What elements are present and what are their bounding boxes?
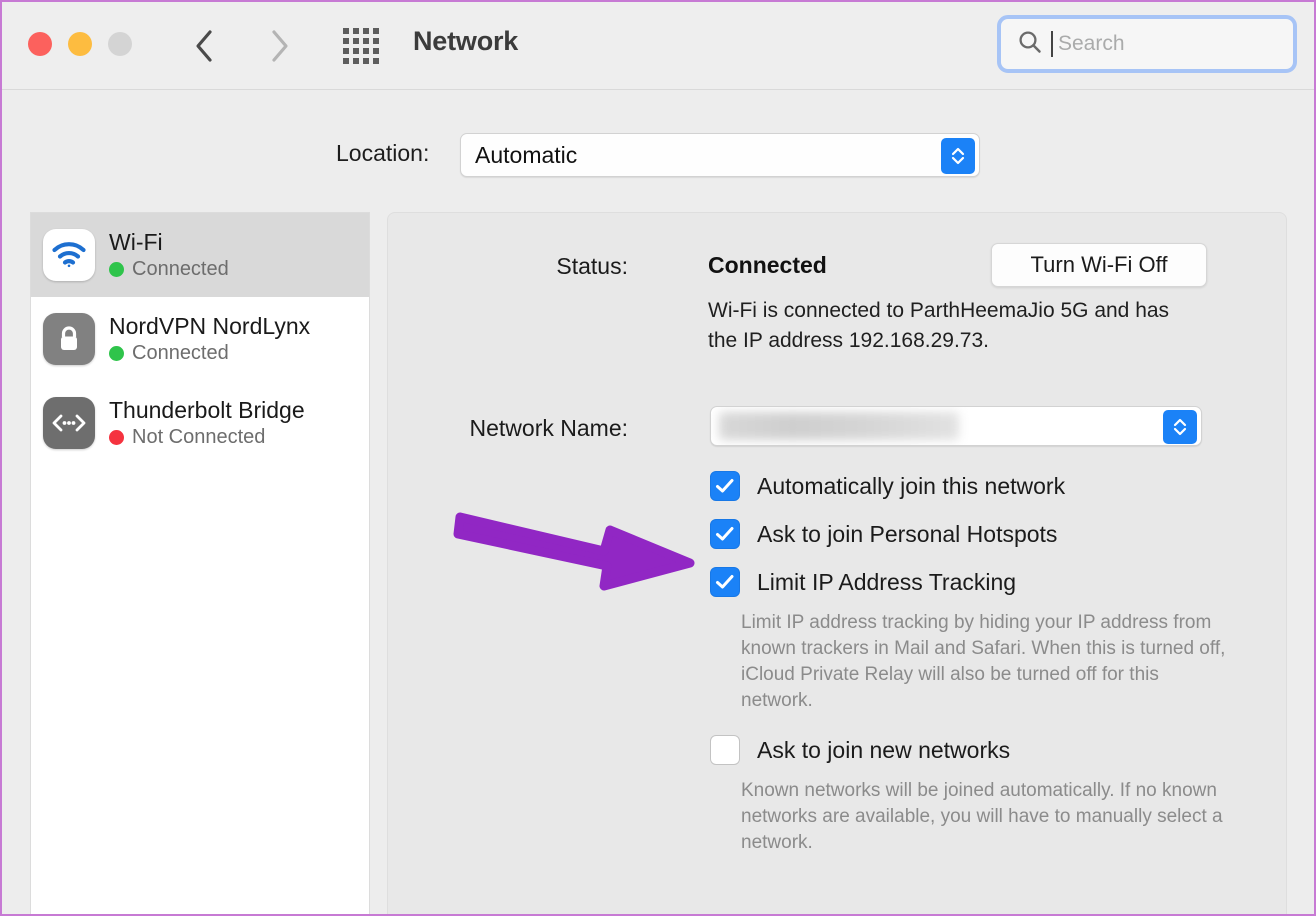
- page-title: Network: [413, 26, 519, 56]
- sidebar-item-thunderbolt-bridge[interactable]: Thunderbolt Bridge Not Connected: [31, 381, 369, 465]
- status-dot-icon: [109, 262, 124, 277]
- checkbox-limit-ip-address-tracking[interactable]: Limit IP Address Tracking: [710, 567, 1016, 597]
- checkbox-checked-icon[interactable]: [710, 519, 740, 549]
- network-name-redacted-value: [719, 412, 959, 440]
- wifi-icon: [43, 229, 95, 281]
- status-value: Connected: [708, 252, 827, 278]
- location-row: Location: Automatic: [2, 133, 1314, 179]
- sidebar-item-label: Thunderbolt Bridge: [109, 397, 305, 423]
- location-stepper-arrows[interactable]: [941, 138, 975, 174]
- search-field[interactable]: [997, 15, 1297, 73]
- close-window-button[interactable]: [28, 32, 52, 56]
- status-badge: Not Connected: [109, 426, 305, 449]
- limit-ip-help-text: Limit IP address tracking by hiding your…: [741, 612, 1226, 711]
- checkbox-checked-icon[interactable]: [710, 471, 740, 501]
- status-dot-icon: [109, 346, 124, 361]
- sidebar-item-nordvpn[interactable]: NordVPN NordLynx Connected: [31, 297, 369, 381]
- status-badge: Connected: [109, 258, 229, 281]
- status-text: Connected: [132, 258, 229, 280]
- status-text: Not Connected: [132, 426, 266, 448]
- network-name-label: Network Name:: [469, 415, 628, 441]
- checkbox-checked-icon[interactable]: [710, 567, 740, 597]
- status-dot-icon: [109, 430, 124, 445]
- checkbox-ask-join-new-networks[interactable]: Ask to join new networks: [710, 735, 1010, 765]
- checkbox-label: Ask to join new networks: [757, 736, 1011, 763]
- checkbox-label: Automatically join this network: [757, 472, 1066, 499]
- turn-wifi-off-button[interactable]: Turn Wi-Fi Off: [991, 243, 1207, 287]
- search-input[interactable]: [1058, 32, 1258, 56]
- network-name-dropdown[interactable]: [710, 406, 1202, 446]
- status-text: Connected: [132, 342, 229, 364]
- maximize-window-button[interactable]: [108, 32, 132, 56]
- status-description: Wi-Fi is connected to ParthHeemaJio 5G a…: [708, 299, 1170, 352]
- sidebar-item-thunderbolt-text: Thunderbolt Bridge Not Connected: [109, 397, 305, 449]
- location-selected-value: Automatic: [475, 141, 578, 168]
- sidebar-item-wifi-text: Wi-Fi Connected: [109, 229, 229, 281]
- checkbox-label: Ask to join Personal Hotspots: [757, 520, 1058, 547]
- thunderbolt-bridge-icon: [43, 397, 95, 449]
- new-networks-help-text: Known networks will be joined automatica…: [741, 780, 1223, 853]
- checkbox-unchecked-icon[interactable]: [710, 735, 740, 765]
- network-name-stepper-arrows[interactable]: [1163, 410, 1197, 444]
- forward-chevron-icon[interactable]: [260, 24, 300, 68]
- location-label: Location:: [336, 140, 430, 166]
- show-all-grid-icon[interactable]: [338, 28, 384, 64]
- sidebar-item-nordvpn-text: NordVPN NordLynx Connected: [109, 313, 310, 365]
- sidebar-item-label: Wi-Fi: [109, 229, 163, 255]
- sidebar-item-label: NordVPN NordLynx: [109, 313, 311, 339]
- lock-icon: [43, 313, 95, 365]
- checkbox-label: Limit IP Address Tracking: [757, 568, 1017, 595]
- search-icon: [1017, 29, 1043, 60]
- network-services-list[interactable]: Wi-Fi Connected NordVPN NordLynx Connect…: [30, 212, 370, 914]
- status-badge: Connected: [109, 342, 310, 365]
- location-dropdown[interactable]: Automatic: [460, 133, 980, 177]
- back-chevron-icon[interactable]: [184, 24, 224, 68]
- titlebar: Network: [2, 2, 1314, 90]
- wifi-detail-panel: Status: Connected Turn Wi-Fi Off Wi-Fi i…: [387, 212, 1287, 914]
- status-label: Status:: [556, 253, 628, 279]
- network-preferences-window: Network Location: Automatic: [0, 0, 1316, 916]
- text-caret: [1051, 31, 1053, 57]
- checkbox-ask-personal-hotspots[interactable]: Ask to join Personal Hotspots: [710, 519, 1057, 549]
- checkbox-automatically-join[interactable]: Automatically join this network: [710, 471, 1065, 501]
- sidebar-item-wifi[interactable]: Wi-Fi Connected: [31, 213, 369, 297]
- minimize-window-button[interactable]: [68, 32, 92, 56]
